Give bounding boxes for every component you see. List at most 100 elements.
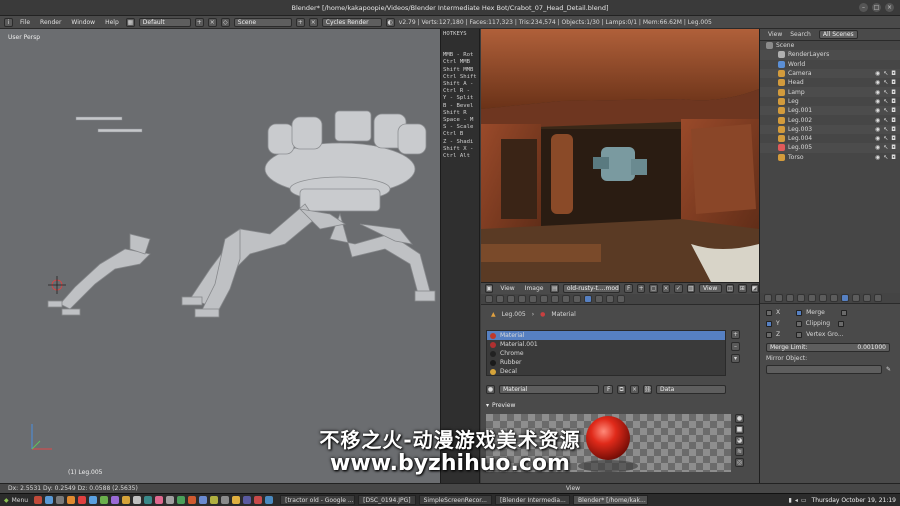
particles-tab-icon[interactable] (606, 295, 614, 303)
launcher-app-icon[interactable] (100, 496, 109, 504)
material-slot-list[interactable]: Material Material.001 Chrome Rubber Decal (486, 330, 726, 376)
merge-limit-row[interactable]: Merge Limit: 0.001000 (766, 343, 894, 352)
outliner-panel[interactable]: View Search All Scenes Scene RenderLayers… (759, 29, 900, 293)
wrench-icon[interactable] (841, 294, 849, 302)
data-tab-icon[interactable] (573, 295, 581, 303)
arrow-select-icon[interactable]: ↖ (883, 79, 888, 86)
add-slot-icon[interactable]: + (731, 330, 740, 339)
maximize-icon[interactable]: □ (872, 3, 881, 12)
task-file-manager[interactable]: [Blender Intermedia... (494, 495, 570, 505)
tray-network-icon[interactable]: ▮ (789, 497, 792, 504)
image-alpha-icon[interactable]: ◩ (750, 284, 759, 293)
texture-tab-icon[interactable] (595, 295, 603, 303)
merge-limit-field[interactable]: Merge Limit: 0.001000 (766, 343, 890, 352)
arrow-select-icon[interactable]: ↖ (883, 98, 888, 105)
remove-scene-icon[interactable]: × (308, 17, 318, 27)
material-copy-icon[interactable]: ⧉ (617, 384, 626, 394)
properties-editor-icon[interactable] (485, 295, 493, 303)
launcher-app-icon[interactable] (144, 496, 153, 504)
eye-icon[interactable]: ◉ (875, 135, 880, 142)
arrow-select-icon[interactable]: ↖ (883, 70, 888, 77)
bottom-view-menu[interactable]: View (566, 485, 580, 492)
image-editor-canvas[interactable] (481, 29, 759, 282)
object-tab-icon-2[interactable] (819, 294, 827, 302)
preview-cube-icon[interactable]: ■ (735, 425, 744, 434)
data-tab-icon-2[interactable] (852, 294, 860, 302)
launcher-app-icon[interactable] (254, 496, 263, 504)
eye-icon[interactable]: ◉ (875, 98, 880, 105)
arrow-select-icon[interactable]: ↖ (883, 144, 888, 151)
launcher-app-icon[interactable] (111, 496, 120, 504)
preview-sphere-icon[interactable]: ● (735, 414, 744, 423)
launcher-app-icon[interactable] (188, 496, 197, 504)
menu-file[interactable]: File (17, 19, 33, 26)
camera-render-icon[interactable]: ◘ (891, 144, 896, 151)
tray-battery-icon[interactable]: ▭ (801, 497, 807, 504)
outliner-item[interactable]: Leg.003 ◉ ↖ ◘ (760, 124, 900, 134)
outliner-item[interactable]: Lamp ◉ ↖ ◘ (760, 87, 900, 97)
axis-x-checkbox[interactable] (766, 309, 772, 316)
task-screen-recorder[interactable]: SimpleScreenRecor... (418, 495, 492, 505)
layout-grid-icon[interactable]: ▦ (125, 17, 135, 27)
outliner-item[interactable]: Camera ◉ ↖ ◘ (760, 68, 900, 79)
material-slot[interactable]: Chrome (487, 349, 725, 358)
remove-slot-icon[interactable]: – (731, 342, 740, 351)
eye-icon[interactable]: ◉ (875, 126, 880, 133)
camera-render-icon[interactable]: ◘ (891, 154, 896, 161)
camera-render-icon[interactable]: ◘ (891, 70, 896, 77)
outliner-item[interactable]: Leg.002 ◉ ↖ ◘ (760, 115, 900, 124)
layout-selector[interactable]: Default (138, 17, 191, 27)
image-menu-image[interactable]: Image (522, 285, 547, 292)
eye-icon[interactable]: ◉ (875, 89, 880, 96)
object-tab-icon[interactable] (540, 295, 548, 303)
launcher-app-icon[interactable] (232, 496, 241, 504)
camera-render-icon[interactable]: ◘ (891, 107, 896, 114)
material-unlink-icon[interactable]: × (630, 384, 639, 394)
outliner-view-menu[interactable]: View (768, 31, 782, 38)
outliner-item[interactable]: Leg.004 ◉ ↖ ◘ (760, 134, 900, 143)
outliner-item[interactable]: RenderLayers (760, 50, 900, 60)
image-mode-icon[interactable]: ▥ (686, 284, 695, 293)
axis-z-checkbox[interactable] (766, 331, 772, 338)
eye-icon[interactable]: ◉ (875, 107, 880, 114)
image-fake-user-icon[interactable]: F (624, 284, 633, 293)
clipping-checkbox[interactable] (795, 320, 802, 327)
render-tab-icon[interactable] (496, 295, 504, 303)
launcher-browser-icon[interactable] (34, 496, 43, 504)
camera-render-icon[interactable]: ◘ (891, 126, 896, 133)
constraints-tab-icon[interactable] (551, 295, 559, 303)
eye-icon[interactable]: ◉ (875, 117, 880, 124)
launcher-app-icon[interactable] (166, 496, 175, 504)
close-icon[interactable]: × (885, 3, 894, 12)
physics-tab-icon[interactable] (617, 295, 625, 303)
scene-selector[interactable]: Scene (233, 17, 292, 27)
vertex-groups-checkbox[interactable] (796, 331, 803, 338)
launcher-terminal-icon[interactable] (45, 496, 54, 504)
slot-menu-icon[interactable]: ▾ (731, 354, 740, 363)
task-blender[interactable]: Blender* [/home/kak... (572, 495, 648, 505)
v-checkbox[interactable] (838, 320, 845, 327)
preview-hair-icon[interactable]: ≋ (735, 447, 744, 456)
material-slot[interactable]: Material (487, 331, 725, 340)
layers-tab-icon-2[interactable] (786, 294, 794, 302)
launcher-app-icon[interactable] (210, 496, 219, 504)
arrow-select-icon[interactable]: ↖ (883, 117, 888, 124)
outliner-item[interactable]: Torso ◉ ↖ ◘ (760, 153, 900, 162)
clock[interactable]: Thursday October 19, 21:19 (812, 497, 896, 504)
launcher-app-icon[interactable] (177, 496, 186, 504)
menu-window[interactable]: Window (68, 19, 98, 26)
camera-render-icon[interactable]: ◘ (891, 135, 896, 142)
launcher-blender-icon[interactable] (67, 496, 76, 504)
launcher-app-icon[interactable] (265, 496, 274, 504)
render-engine-selector[interactable]: Cycles Render (321, 17, 382, 27)
material-slot[interactable]: Material.001 (487, 340, 725, 349)
launcher-app-icon[interactable] (133, 496, 142, 504)
texture-tab-icon-2[interactable] (874, 294, 882, 302)
material-slot[interactable]: Rubber (487, 358, 725, 367)
arrow-select-icon[interactable]: ↖ (883, 154, 888, 161)
arrow-select-icon[interactable]: ↖ (883, 107, 888, 114)
camera-render-icon[interactable]: ◘ (891, 117, 896, 124)
preview-world-icon[interactable]: ◎ (735, 458, 744, 467)
eye-icon[interactable]: ◉ (875, 79, 880, 86)
arrow-select-icon[interactable]: ↖ (883, 126, 888, 133)
